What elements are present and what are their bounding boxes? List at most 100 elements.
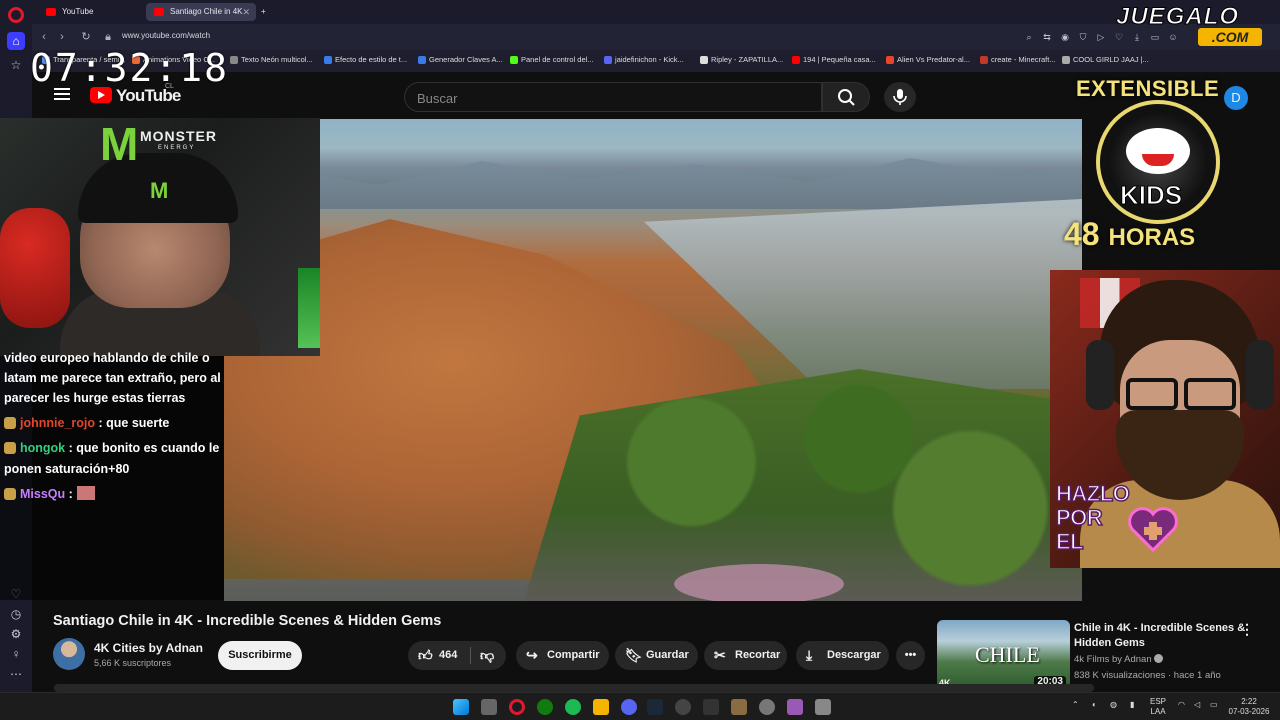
tray-mic-icon[interactable]: ▮ [1130, 700, 1134, 710]
taskbar: ⌃ ◐ ◍ ▮ ESP LAA ◠ ◁ ▭ 2:22 07-03-2026 [0, 692, 1280, 720]
like-count[interactable]: 464 [439, 641, 457, 670]
monster-title: MONSTER [140, 128, 217, 144]
battery-icon[interactable]: ▭ [1210, 700, 1218, 710]
monster-face-icon [1126, 128, 1190, 174]
tips-icon[interactable]: ♀ [7, 645, 25, 663]
bookmark-item[interactable]: Texto Neón multicol... [230, 55, 313, 64]
cartoon-avatar: HAZLO POR EL [1050, 270, 1280, 568]
avatar-glasses [1126, 378, 1236, 410]
divider [470, 647, 471, 664]
minecraft-icon[interactable] [731, 699, 747, 715]
tray-app-icon[interactable]: ◐ [1092, 700, 1097, 710]
scissors-icon: ✂ [714, 647, 726, 663]
bookmark-item[interactable]: 194 | Pequeña casa... [792, 55, 876, 64]
forward-icon[interactable]: › [54, 29, 70, 45]
task-view-icon[interactable] [481, 699, 497, 715]
tray-chevron-icon[interactable]: ⌃ [1072, 700, 1079, 710]
xbox-icon[interactable] [537, 699, 553, 715]
clip-button[interactable]: ✂ Recortar [704, 641, 787, 670]
obs-icon[interactable] [675, 699, 691, 715]
tab-santiago[interactable]: Santiago Chile in 4K ✕ [146, 3, 256, 21]
hours-label: 48 HORAS [1064, 216, 1196, 252]
monster-cap-icon: M [150, 178, 169, 203]
more-icon[interactable]: ⋯ [7, 665, 25, 683]
bookmark-item[interactable]: Alien Vs Predator-al... [886, 55, 970, 64]
pin-icon[interactable]: ☆ [7, 56, 25, 74]
search-icon[interactable]: ⌕ [1022, 29, 1036, 45]
download-button[interactable]: ⤓ Descargar [796, 641, 889, 670]
recommendation-thumbnail[interactable]: CHILE 4K 20:03 [937, 620, 1070, 690]
capcut-icon[interactable] [703, 699, 719, 715]
play-icon[interactable]: ▷ [1094, 29, 1108, 45]
tab-youtube[interactable]: YouTube [38, 3, 140, 21]
bookmark-item[interactable]: jaidefinichon - Kick... [604, 55, 684, 64]
history-icon[interactable]: ◷ [7, 605, 25, 623]
juegalo-logo: JUEGALO .COM [1115, 3, 1280, 47]
verified-icon [1154, 654, 1164, 663]
more-actions-button[interactable]: ••• [896, 641, 925, 670]
bookmark-item[interactable]: Generador Claves A... [418, 55, 503, 64]
bookmark-item[interactable]: Panel de control del... [510, 55, 594, 64]
settings-icon[interactable]: ⚙ [7, 625, 25, 643]
bookmark-icon: 🔖︎ [625, 647, 643, 663]
opera-logo-icon[interactable] [8, 7, 24, 23]
reload-icon[interactable]: ↻ [78, 29, 94, 45]
lock-icon: 🔒︎ [105, 31, 111, 43]
url-field[interactable]: www.youtube.com/watch [122, 31, 210, 40]
subscribe-button[interactable]: Suscribirme [218, 641, 302, 670]
dislike-icon[interactable]: 👎︎ [480, 641, 494, 670]
bookmark-item[interactable]: Ripley - ZAPATILLA... [700, 55, 783, 64]
camera-icon[interactable]: ◉ [1058, 29, 1072, 45]
chrome-icon[interactable] [759, 699, 775, 715]
opera-icon[interactable] [509, 699, 525, 715]
discord-icon[interactable] [621, 699, 637, 715]
emote-icon [76, 486, 95, 500]
tab-label: Santiago Chile in 4K [170, 7, 243, 16]
like-dislike-group: 👍︎ 464 👎︎ [408, 641, 506, 670]
wifi-icon[interactable]: ◠ [1178, 700, 1185, 710]
channel-name[interactable]: 4K Cities by Adnan [94, 641, 203, 655]
bookmark-icon [1062, 56, 1070, 64]
plaza [674, 564, 844, 601]
search-input[interactable]: Buscar [404, 82, 822, 112]
bookmark-item[interactable]: COOL GIRLD JAAJ |... [1062, 55, 1149, 64]
recommendation-menu-icon[interactable]: ⋮ [1240, 621, 1254, 638]
chat-message: video europeo hablando de chile o [4, 351, 210, 365]
video-info: Santiago Chile in 4K - Incredible Scenes… [32, 601, 1280, 692]
like-icon[interactable]: 👍︎ [418, 641, 433, 670]
tray-steam-icon[interactable]: ◍ [1110, 700, 1117, 710]
save-button[interactable]: 🔖︎ Guardar [615, 641, 698, 670]
system-clock[interactable]: 2:22 07-03-2026 [1226, 697, 1272, 717]
share-button[interactable]: ↪ Compartir [516, 641, 609, 670]
calculator-icon[interactable] [815, 699, 831, 715]
bookmark-item[interactable]: Efecto de estilo de t... [324, 55, 407, 64]
translate-icon[interactable]: ⇆ [1040, 29, 1054, 45]
video-player[interactable] [224, 119, 1082, 601]
youtube-favicon-icon [154, 8, 164, 16]
account-avatar[interactable]: D [1224, 86, 1248, 110]
chat-message: hongok : que bonito es cuando le [4, 438, 219, 458]
chat-overlay: video europeo hablando de chile o latam … [0, 351, 224, 600]
folder-icon[interactable] [593, 699, 609, 715]
search-button[interactable] [822, 82, 870, 112]
windows-start-icon[interactable] [453, 699, 469, 715]
home-icon[interactable]: ⌂ [7, 32, 25, 50]
close-tab-icon[interactable]: ✕ [242, 3, 250, 21]
bookmark-item[interactable]: create - Minecraft... [980, 55, 1056, 64]
more-icon: ••• [904, 649, 917, 661]
steam-icon[interactable] [647, 699, 663, 715]
video-title: Santiago Chile in 4K - Incredible Scenes… [53, 613, 442, 629]
volume-icon[interactable]: ◁ [1194, 700, 1200, 710]
microphone-icon [893, 89, 907, 105]
back-icon[interactable]: ‹ [36, 29, 52, 45]
shield-icon[interactable]: ⛉ [1076, 29, 1090, 45]
language-indicator[interactable]: ESP LAA [1150, 697, 1166, 717]
headphone-right [1246, 340, 1274, 410]
new-tab-button[interactable]: + [258, 3, 272, 21]
app-icon[interactable] [787, 699, 803, 715]
recommendation-channel[interactable]: 4k Films by Adnan [1074, 654, 1164, 665]
voice-search-button[interactable] [884, 82, 916, 112]
recommendation-title[interactable]: Chile in 4K - Incredible Scenes & Hidden… [1074, 621, 1246, 651]
spotify-icon[interactable] [565, 699, 581, 715]
channel-avatar[interactable] [53, 638, 85, 670]
